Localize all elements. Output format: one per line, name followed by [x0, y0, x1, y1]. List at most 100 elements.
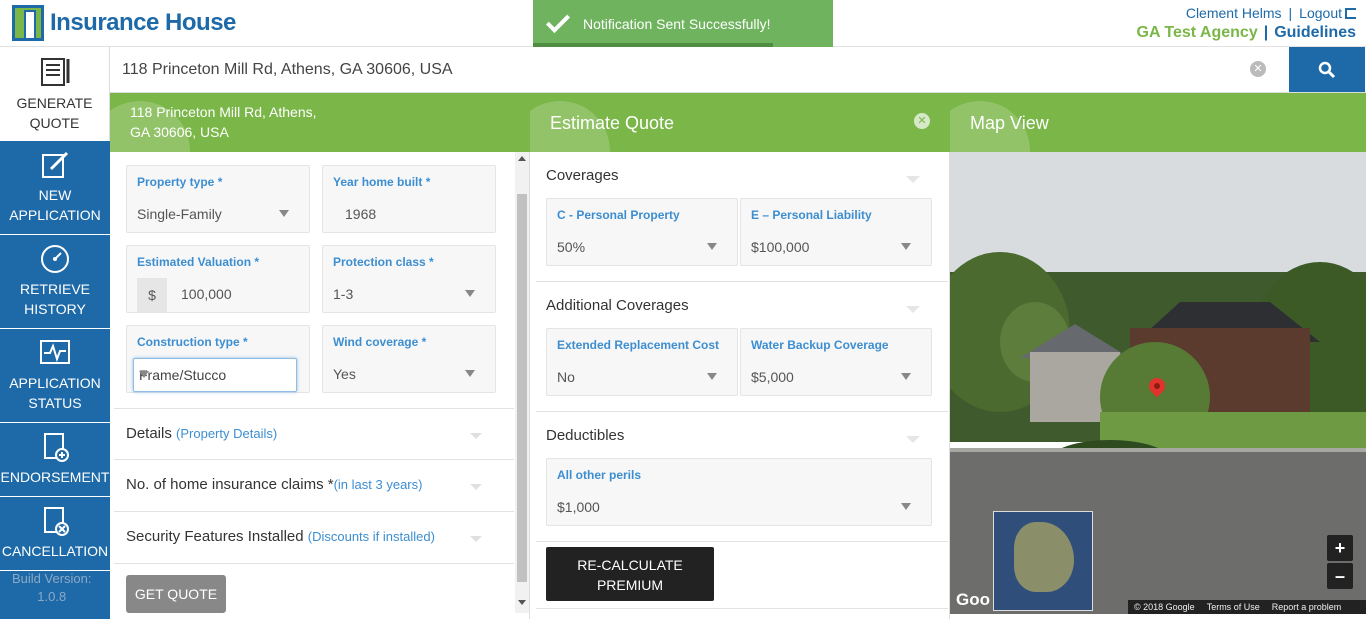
history-icon: [41, 245, 69, 273]
satellite-minimap[interactable]: [993, 511, 1093, 611]
property-panel-header: 118 Princeton Mill Rd, Athens, GA 30606,…: [110, 93, 530, 152]
sidebar-item-endorsement[interactable]: ENDORSEMENT: [0, 423, 110, 497]
field-value: $100,000: [751, 239, 810, 255]
property-details-panel: Property type * Single-Family Year home …: [110, 152, 530, 619]
deductibles-title: Deductibles: [546, 427, 625, 444]
chevron-down-icon: [465, 290, 475, 297]
app-logo[interactable]: Insurance House: [12, 5, 236, 41]
build-version: Build Version: 1.0.8: [12, 570, 92, 606]
field-label: Water Backup Coverage: [751, 338, 889, 352]
build-version-value: 1.0.8: [37, 589, 67, 604]
recalculate-premium-button[interactable]: RE-CALCULATE PREMIUM: [546, 547, 714, 601]
divider: [536, 411, 948, 412]
extended-replacement-select[interactable]: Extended Replacement Cost No: [546, 328, 738, 396]
field-value: 1-3: [333, 286, 354, 302]
chevron-down-icon: [901, 503, 911, 510]
guidelines-link[interactable]: Guidelines: [1274, 24, 1356, 41]
build-version-label: Build Version:: [12, 571, 92, 586]
sidebar-item-label: CANCELLATION: [1, 543, 109, 559]
terms-link[interactable]: Terms of Use: [1207, 602, 1260, 612]
sidebar: GENERATE QUOTE NEW APPLICATION RETRIEVE …: [0, 47, 110, 619]
address-search-input[interactable]: [110, 47, 1288, 92]
wind-coverage-select[interactable]: Wind coverage * Yes: [322, 325, 496, 393]
property-type-select[interactable]: Property type * Single-Family: [126, 165, 310, 233]
search-icon: [1318, 61, 1336, 79]
sidebar-item-generate-quote[interactable]: GENERATE QUOTE: [0, 47, 110, 141]
estimate-panel-title: Estimate Quote: [550, 113, 675, 133]
copyright-text: © 2018 Google: [1134, 602, 1195, 612]
scrollbar-thumb[interactable]: [517, 194, 527, 582]
edit-icon: [42, 151, 69, 178]
chevron-down-icon: [901, 373, 911, 380]
water-backup-select[interactable]: Water Backup Coverage $5,000: [740, 328, 932, 396]
sidebar-item-label: APPLICATION: [9, 207, 101, 223]
divider: [536, 608, 948, 609]
all-perils-deductible-select[interactable]: All other perils $1,000: [546, 458, 932, 526]
clear-search-icon[interactable]: ✕: [1250, 61, 1266, 77]
field-value: Frame/Stucco: [139, 367, 227, 383]
chevron-down-icon: [139, 371, 149, 378]
street-view-map[interactable]: + – Goo © 2018 Google Terms of Use Report …: [950, 152, 1366, 614]
logout-link[interactable]: Logout: [1299, 5, 1342, 21]
sidebar-item-cancellation[interactable]: CANCELLATION: [0, 497, 110, 571]
chevron-down-icon: [470, 433, 482, 439]
divider: [536, 281, 948, 282]
scroll-down-icon[interactable]: [518, 600, 526, 605]
user-name-link[interactable]: Clement Helms: [1186, 5, 1282, 21]
address-search-bar: ✕: [110, 47, 1366, 93]
construction-type-dropdown[interactable]: Frame/Stucco: [133, 358, 297, 392]
construction-type-select[interactable]: Construction type * Frame/Stucco: [126, 325, 310, 393]
valuation-field[interactable]: Estimated Valuation * $ 100,000: [126, 245, 310, 313]
chevron-down-icon: [470, 536, 482, 542]
document-plus-icon: [44, 433, 69, 462]
chevron-down-icon: [707, 373, 717, 380]
agency-name[interactable]: GA Test Agency: [1137, 24, 1258, 41]
user-area: Clement Helms | Logout GA Test Agency | Guid…: [1136, 5, 1356, 41]
document-cancel-icon: [44, 507, 69, 536]
report-problem-link[interactable]: Report a problem: [1272, 602, 1342, 612]
chevron-down-icon: [470, 484, 482, 490]
sidebar-item-retrieve-history[interactable]: RETRIEVE HISTORY: [0, 235, 110, 329]
accordion-details[interactable]: Details (Property Details): [114, 408, 514, 460]
sidebar-item-application-status[interactable]: APPLICATION STATUS: [0, 329, 110, 423]
accordion-claims[interactable]: No. of home insurance claims *(in last 3…: [114, 460, 514, 512]
scroll-up-icon[interactable]: [518, 156, 526, 161]
field-label: Construction type *: [137, 335, 248, 349]
field-value: 1968: [345, 206, 377, 222]
sidebar-item-label: APPLICATION: [9, 375, 101, 391]
chevron-down-icon[interactable]: [906, 436, 920, 443]
sidebar-item-label: STATUS: [28, 395, 82, 411]
coverages-title: Coverages: [546, 167, 619, 184]
personal-liability-select[interactable]: E – Personal Liability $100,000: [740, 198, 932, 266]
scrollbar[interactable]: [515, 152, 529, 613]
accordion-subtitle: (Discounts if installed): [307, 529, 435, 544]
chevron-down-icon[interactable]: [906, 306, 920, 313]
field-value: $5,000: [751, 369, 794, 385]
search-button[interactable]: [1289, 47, 1365, 92]
chevron-down-icon[interactable]: [906, 176, 920, 183]
property-address: 118 Princeton Mill Rd, Athens, GA 30606,…: [130, 104, 317, 140]
field-label: Wind coverage *: [333, 335, 427, 349]
close-icon[interactable]: ✕: [914, 113, 930, 129]
sidebar-item-label: ENDORSEMENT: [0, 469, 110, 485]
status-monitor-icon: [40, 340, 70, 364]
logout-icon[interactable]: [1345, 8, 1356, 19]
check-icon: [545, 8, 571, 34]
field-label: C - Personal Property: [557, 208, 680, 222]
year-built-field[interactable]: Year home built * 1968: [322, 165, 496, 233]
field-value: No: [557, 369, 575, 385]
zoom-in-button[interactable]: +: [1327, 535, 1353, 561]
chevron-down-icon: [707, 243, 717, 250]
protection-class-select[interactable]: Protection class * 1-3: [322, 245, 496, 313]
accordion-security-features[interactable]: Security Features Installed (Discounts i…: [114, 512, 514, 564]
additional-coverages-title: Additional Coverages: [546, 297, 689, 314]
notification-toast[interactable]: Notification Sent Successfully!: [533, 0, 833, 48]
get-quote-button[interactable]: GET QUOTE: [126, 575, 226, 613]
estimate-quote-panel: Coverages C - Personal Property 50% E – …: [530, 152, 950, 619]
personal-property-select[interactable]: C - Personal Property 50%: [546, 198, 738, 266]
sidebar-item-new-application[interactable]: NEW APPLICATION: [0, 141, 110, 235]
field-label: Year home built *: [333, 175, 431, 189]
google-logo: Goo: [956, 590, 990, 609]
zoom-out-button[interactable]: –: [1327, 563, 1353, 589]
field-label: All other perils: [557, 468, 642, 482]
